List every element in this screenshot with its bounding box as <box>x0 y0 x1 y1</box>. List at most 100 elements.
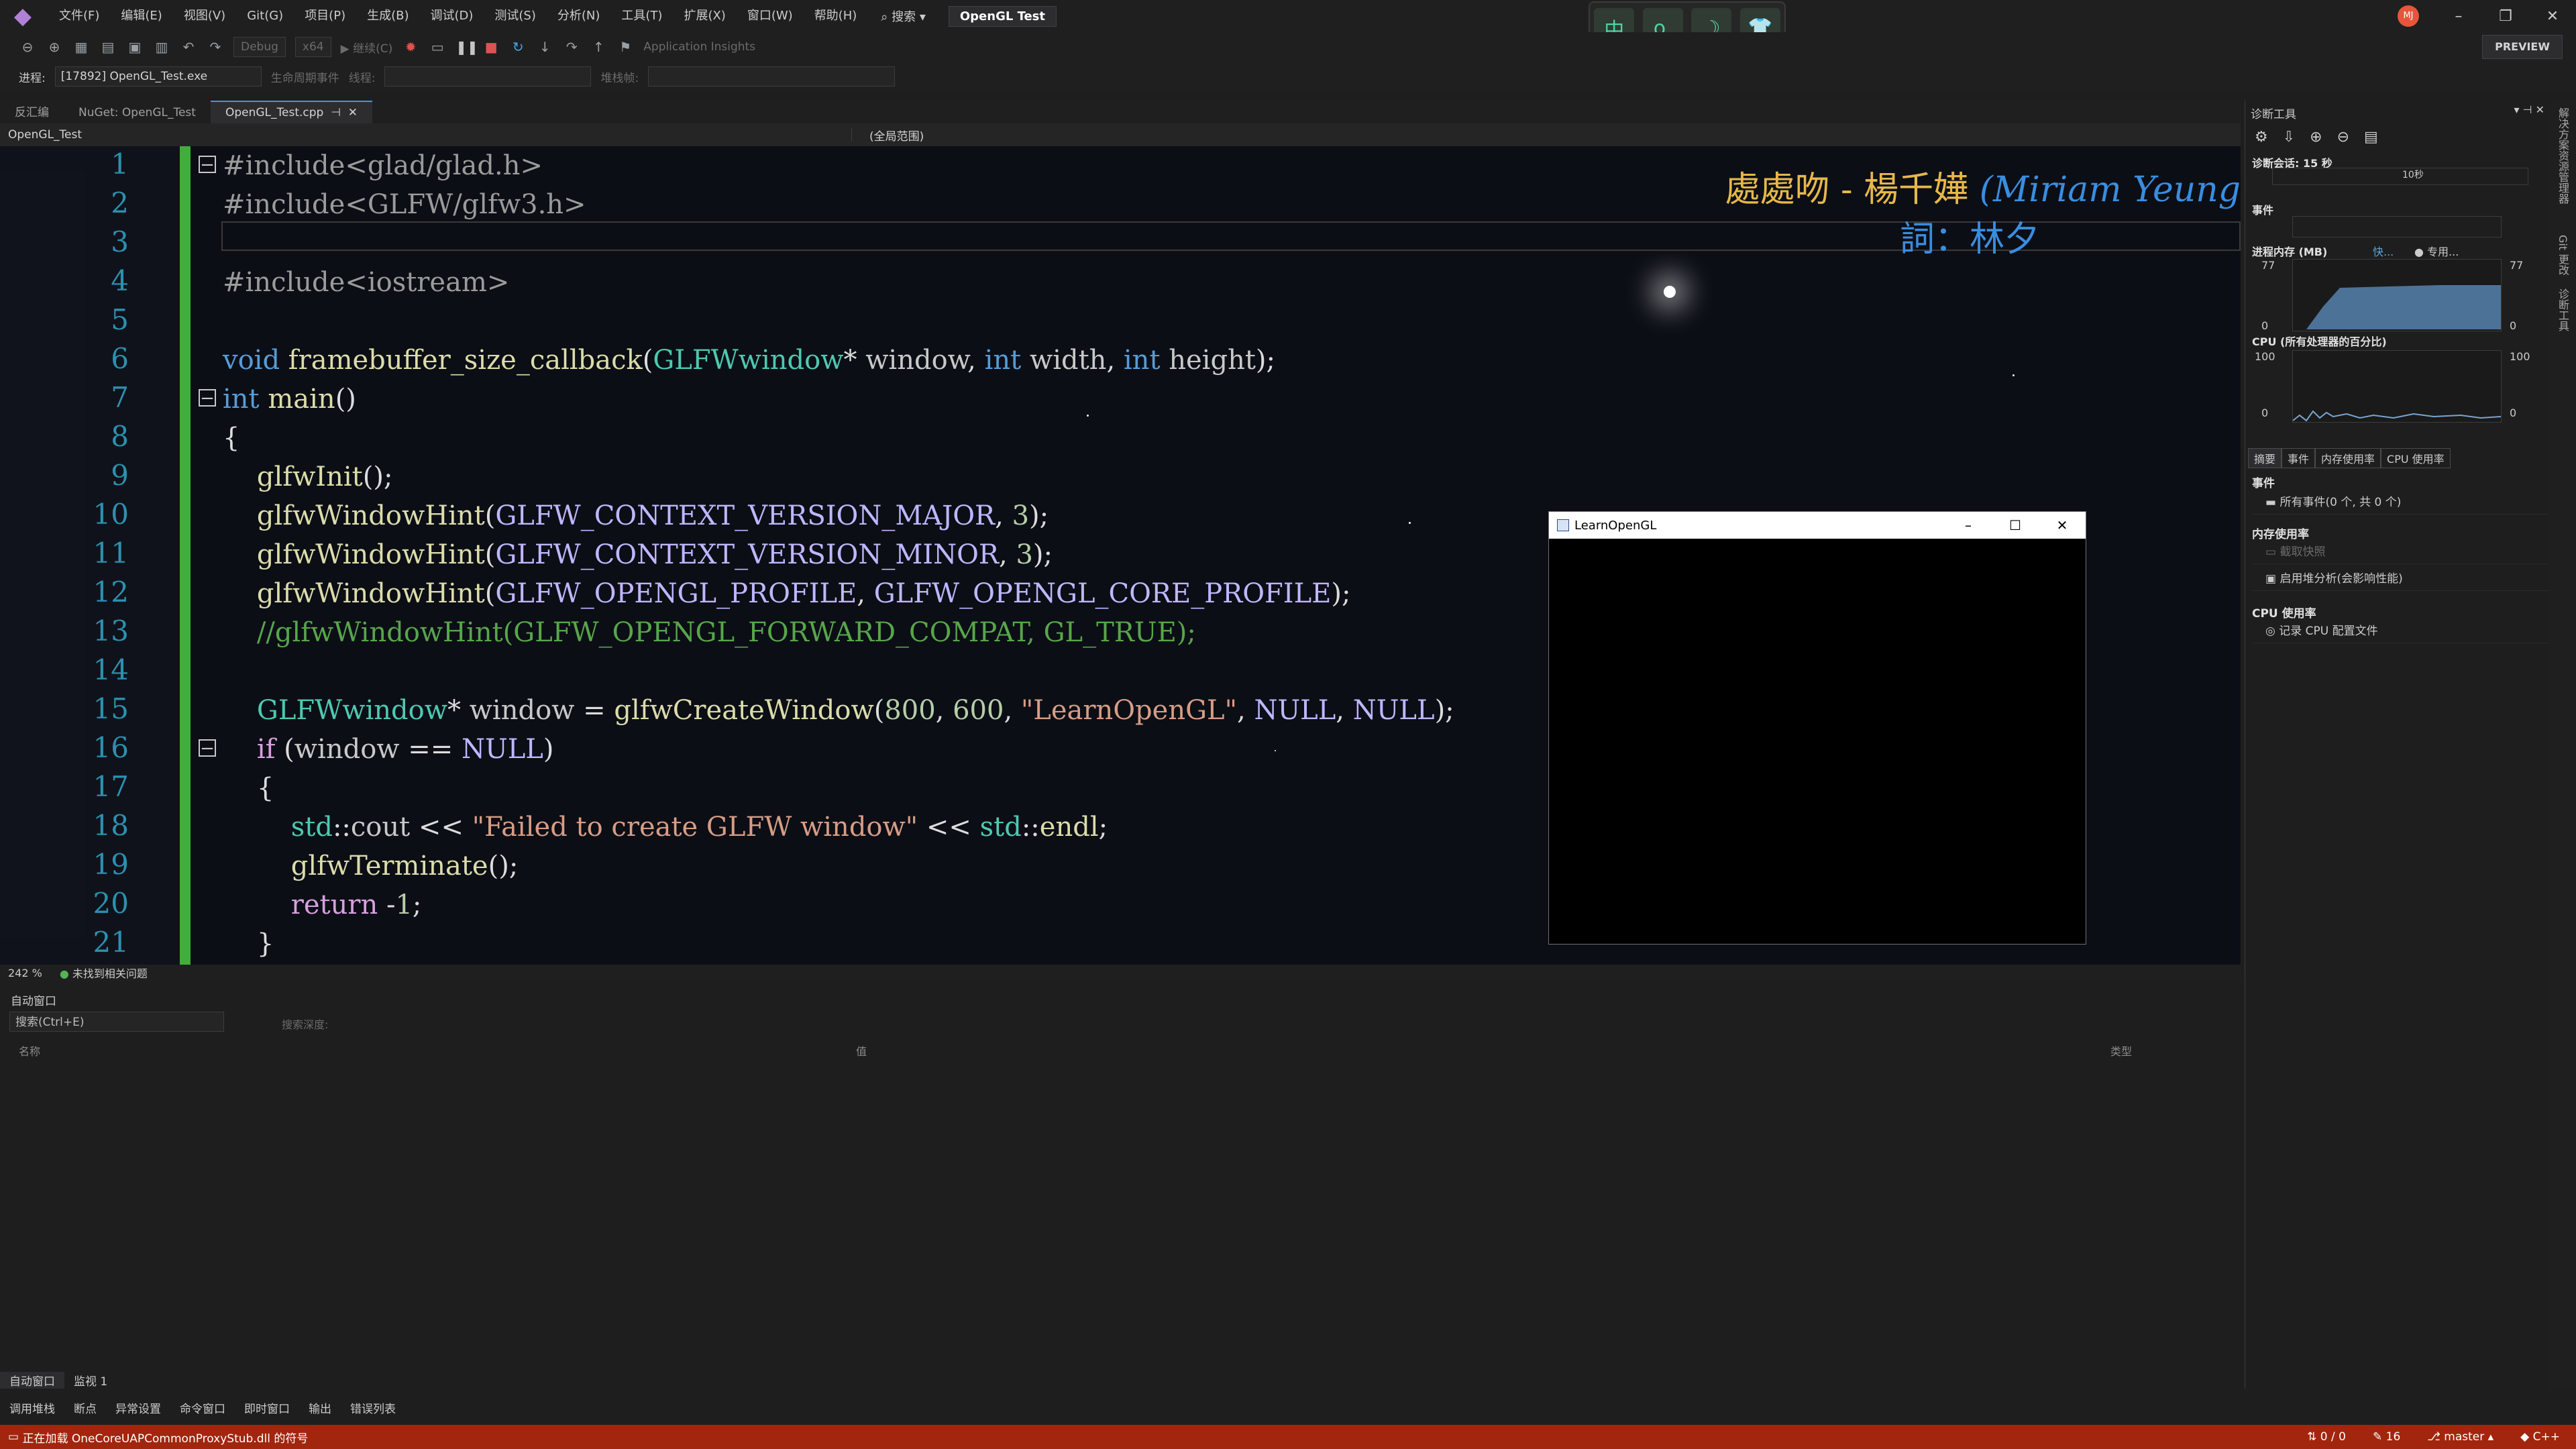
save-icon[interactable]: ▣ <box>126 38 144 56</box>
column-value[interactable]: 值 <box>856 1042 867 1059</box>
lifecycle-events-button[interactable]: 生命周期事件 <box>271 68 339 85</box>
collapse-icon[interactable]: − <box>199 156 216 174</box>
save-all-icon[interactable]: ▥ <box>153 38 170 56</box>
gl-close-icon[interactable]: ✕ <box>2039 517 2086 533</box>
tab-opengl-test-cpp[interactable]: OpenGL_Test.cpp ⊣ ✕ <box>210 101 372 123</box>
tab-breakpoints[interactable]: 断点 <box>64 1399 106 1416</box>
pending-edits[interactable]: ✎ 16 <box>2373 1430 2400 1444</box>
search-depth-label: 搜索深度: <box>282 1018 329 1031</box>
menu-search[interactable]: ⌕ 搜索 ▾ <box>867 7 939 25</box>
back-icon[interactable]: ⊖ <box>19 38 36 56</box>
rail-git-changes[interactable]: Git 更改 <box>2555 235 2571 275</box>
issues-indicator[interactable]: ● 未找到相关问题 <box>60 965 148 981</box>
configuration-select[interactable]: Debug <box>233 37 286 57</box>
column-name[interactable]: 名称 <box>19 1042 40 1059</box>
tab-autos[interactable]: 自动窗口 <box>0 1371 64 1389</box>
process-select[interactable]: [17892] OpenGL_Test.exe <box>54 66 262 87</box>
pause-icon[interactable]: ❚❚ <box>455 38 478 56</box>
menu-help[interactable]: 帮助(H) <box>804 0 868 32</box>
stop-icon[interactable]: ■ <box>482 38 500 56</box>
scope-nav-dropdown[interactable]: (全局范围) <box>852 127 924 144</box>
undo-icon[interactable]: ↶ <box>180 38 197 56</box>
column-type[interactable]: 类型 <box>2110 1042 2132 1059</box>
rail-solution-explorer[interactable]: 解决方案资源管理器 <box>2555 107 2571 204</box>
thread-select[interactable] <box>384 66 592 87</box>
tab-nuget[interactable]: NuGet: OpenGL_Test <box>64 102 211 123</box>
diagnostic-icon[interactable]: ▭ <box>429 38 446 56</box>
project-nav-dropdown[interactable]: OpenGL_Test <box>0 128 852 142</box>
diag-tabs: 摘要 事件 内存使用率 CPU 使用率 <box>2248 448 2451 468</box>
menu-test[interactable]: 测试(S) <box>484 0 546 32</box>
autos-search-input[interactable]: 搜索(Ctrl+E) <box>9 1012 224 1032</box>
platform-select[interactable]: x64 <box>294 37 331 57</box>
tab-immediate-window[interactable]: 即时窗口 <box>235 1399 299 1416</box>
diag-tab-cpu[interactable]: CPU 使用率 <box>2381 448 2451 468</box>
tab-disassembly[interactable]: 反汇编 <box>0 102 64 123</box>
diag-tab-events[interactable]: 事件 <box>2282 448 2316 468</box>
diag-tab-summary[interactable]: 摘要 <box>2248 448 2282 468</box>
restart-icon[interactable]: ↻ <box>509 38 527 56</box>
step-over-icon[interactable]: ↷ <box>563 38 580 56</box>
step-into-icon[interactable]: ↓ <box>536 38 553 56</box>
menu-project[interactable]: 项目(P) <box>294 0 356 32</box>
zoom-out-icon[interactable]: ⊖ <box>2337 129 2349 146</box>
take-snapshot-button[interactable]: ▭ 截取快照 <box>2252 541 2557 564</box>
tab-watch-1[interactable]: 监视 1 <box>64 1372 117 1389</box>
menu-tools[interactable]: 工具(T) <box>610 0 673 32</box>
menu-edit[interactable]: 编辑(E) <box>110 0 172 32</box>
zoom-level[interactable]: 242 % <box>8 967 42 979</box>
open-folder-icon[interactable]: ▤ <box>99 38 117 56</box>
reset-view-icon[interactable]: ▤ <box>2364 129 2378 146</box>
line-number: 10 <box>93 498 129 531</box>
stack-frame-select[interactable] <box>648 66 896 87</box>
branch-selector[interactable]: ⎇ master ▴ <box>2427 1430 2493 1444</box>
gl-minimize-icon[interactable]: – <box>1945 517 1992 533</box>
tab-output[interactable]: 输出 <box>299 1399 341 1416</box>
tab-call-stack[interactable]: 调用堆栈 <box>0 1399 64 1416</box>
minimize-icon[interactable]: – <box>2435 8 2482 25</box>
timeline-ruler[interactable] <box>2272 168 2528 185</box>
redo-icon[interactable]: ↷ <box>207 38 224 56</box>
visual-studio-logo-icon[interactable]: ◆ <box>9 3 36 30</box>
restore-icon[interactable]: ❐ <box>2482 8 2529 25</box>
menu-view[interactable]: 视图(V) <box>173 0 236 32</box>
language-indicator[interactable]: ◆ C++ <box>2520 1430 2560 1444</box>
tab-exception-settings[interactable]: 异常设置 <box>106 1399 170 1416</box>
menu-git[interactable]: Git(G) <box>236 0 294 32</box>
diag-panel-controls[interactable]: ▾ ⊣ ✕ <box>2514 103 2544 116</box>
diag-tab-memory[interactable]: 内存使用率 <box>2315 448 2381 468</box>
sync-indicator[interactable]: ⇅ 0 / 0 <box>2307 1430 2346 1444</box>
export-icon[interactable]: ⇩ <box>2283 129 2295 146</box>
record-cpu-profile-button[interactable]: ◎ 记录 CPU 配置文件 <box>2252 620 2557 643</box>
sync-count: 0 / 0 <box>2320 1430 2346 1444</box>
enable-heap-profiling-checkbox[interactable]: ▣ 启用堆分析(会影响性能) <box>2252 568 2557 591</box>
preview-button[interactable]: PREVIEW <box>2482 35 2563 59</box>
menu-build[interactable]: 生成(B) <box>356 0 419 32</box>
collapse-icon[interactable]: − <box>199 389 216 407</box>
menu-extensions[interactable]: 扩展(X) <box>673 0 736 32</box>
settings-icon[interactable]: ⚙ <box>2255 129 2268 146</box>
tab-error-list[interactable]: 错误列表 <box>341 1399 405 1416</box>
learnopengl-titlebar[interactable]: LearnOpenGL – ☐ ✕ <box>1549 512 2086 539</box>
close-icon[interactable]: ✕ <box>2529 8 2576 25</box>
avatar[interactable]: MJ <box>2398 5 2419 27</box>
zoom-in-icon[interactable]: ⊕ <box>2310 129 2322 146</box>
continue-button[interactable]: ▶ 继续(C) <box>341 39 393 56</box>
menu-analyze[interactable]: 分析(N) <box>547 0 611 32</box>
gl-maximize-icon[interactable]: ☐ <box>1992 517 2039 533</box>
all-events-link[interactable]: ▬ 所有事件(0 个, 共 0 个) <box>2252 491 2557 515</box>
forward-icon[interactable]: ⊕ <box>46 38 63 56</box>
collapse-icon[interactable]: − <box>199 739 216 757</box>
menu-file[interactable]: 文件(F) <box>48 0 110 32</box>
learnopengl-window[interactable]: LearnOpenGL – ☐ ✕ <box>1548 511 2086 945</box>
document-tabs: 反汇编 NuGet: OpenGL_Test OpenGL_Test.cpp ⊣… <box>0 101 2241 123</box>
hot-reload-icon[interactable]: ✹ <box>402 38 419 56</box>
rail-diagnostic-tools[interactable]: 诊断工具 <box>2555 288 2571 331</box>
step-out-icon[interactable]: ↑ <box>590 38 607 56</box>
tab-command-window[interactable]: 命令窗口 <box>170 1399 235 1416</box>
menu-debug[interactable]: 调试(D) <box>420 0 484 32</box>
application-insights-button[interactable]: Application Insights <box>643 40 755 54</box>
menu-window[interactable]: 窗口(W) <box>737 0 804 32</box>
new-project-icon[interactable]: ▦ <box>72 38 90 56</box>
bookmark-icon[interactable]: ⚑ <box>616 38 634 56</box>
